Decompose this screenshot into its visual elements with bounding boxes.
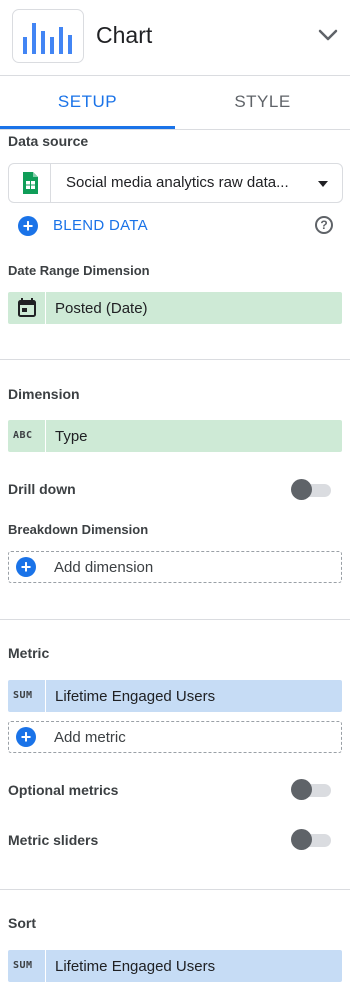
- bar-chart-icon: [23, 23, 72, 54]
- date-range-value: Posted (Date): [55, 300, 148, 317]
- add-metric-label: Add metric: [54, 729, 126, 746]
- data-source-label: Data source: [8, 133, 89, 149]
- dimension-value: Type: [55, 428, 88, 445]
- add-circle-icon[interactable]: +: [18, 216, 38, 236]
- metric-value: Lifetime Engaged Users: [55, 688, 216, 705]
- date-type-cell: [8, 292, 46, 324]
- dropdown-arrow-icon[interactable]: [318, 181, 328, 187]
- tabs-divider: [0, 129, 350, 130]
- drill-down-label: Drill down: [8, 481, 76, 497]
- tab-setup[interactable]: SETUP: [0, 92, 175, 112]
- blend-data-button[interactable]: BLEND DATA: [53, 217, 148, 234]
- section-divider: [0, 619, 350, 620]
- panel-title: Chart: [96, 22, 153, 48]
- section-divider: [0, 889, 350, 890]
- optional-metrics-toggle[interactable]: [291, 779, 331, 800]
- drill-down-toggle[interactable]: [291, 479, 331, 500]
- help-icon[interactable]: ?: [315, 216, 333, 234]
- data-source-name: Social media analytics raw data...: [66, 174, 289, 191]
- add-circle-icon[interactable]: +: [16, 727, 36, 747]
- add-circle-icon[interactable]: +: [16, 557, 36, 577]
- section-divider: [0, 359, 350, 360]
- dimension-label: Dimension: [8, 386, 80, 402]
- sort-value: Lifetime Engaged Users: [55, 958, 216, 975]
- chart-type-icon[interactable]: [12, 9, 84, 63]
- sort-label: Sort: [8, 915, 36, 931]
- header-divider: [0, 75, 350, 76]
- calendar-icon: [18, 298, 36, 317]
- abc-type-icon: ABC: [13, 430, 33, 441]
- tab-style[interactable]: STYLE: [175, 92, 350, 112]
- sheets-icon-cell: [8, 163, 51, 203]
- date-range-dimension-label: Date Range Dimension: [8, 263, 150, 278]
- sum-aggregation-icon: SUM: [13, 690, 33, 701]
- metric-label: Metric: [8, 645, 50, 661]
- optional-metrics-label: Optional metrics: [8, 782, 119, 798]
- google-sheets-icon: [23, 172, 38, 194]
- breakdown-dimension-label: Breakdown Dimension: [8, 522, 149, 537]
- metric-sliders-toggle[interactable]: [291, 829, 331, 850]
- chevron-down-icon[interactable]: [317, 27, 339, 43]
- metric-sliders-label: Metric sliders: [8, 832, 99, 848]
- add-dimension-label: Add dimension: [54, 559, 154, 576]
- sum-aggregation-icon: SUM: [13, 960, 33, 971]
